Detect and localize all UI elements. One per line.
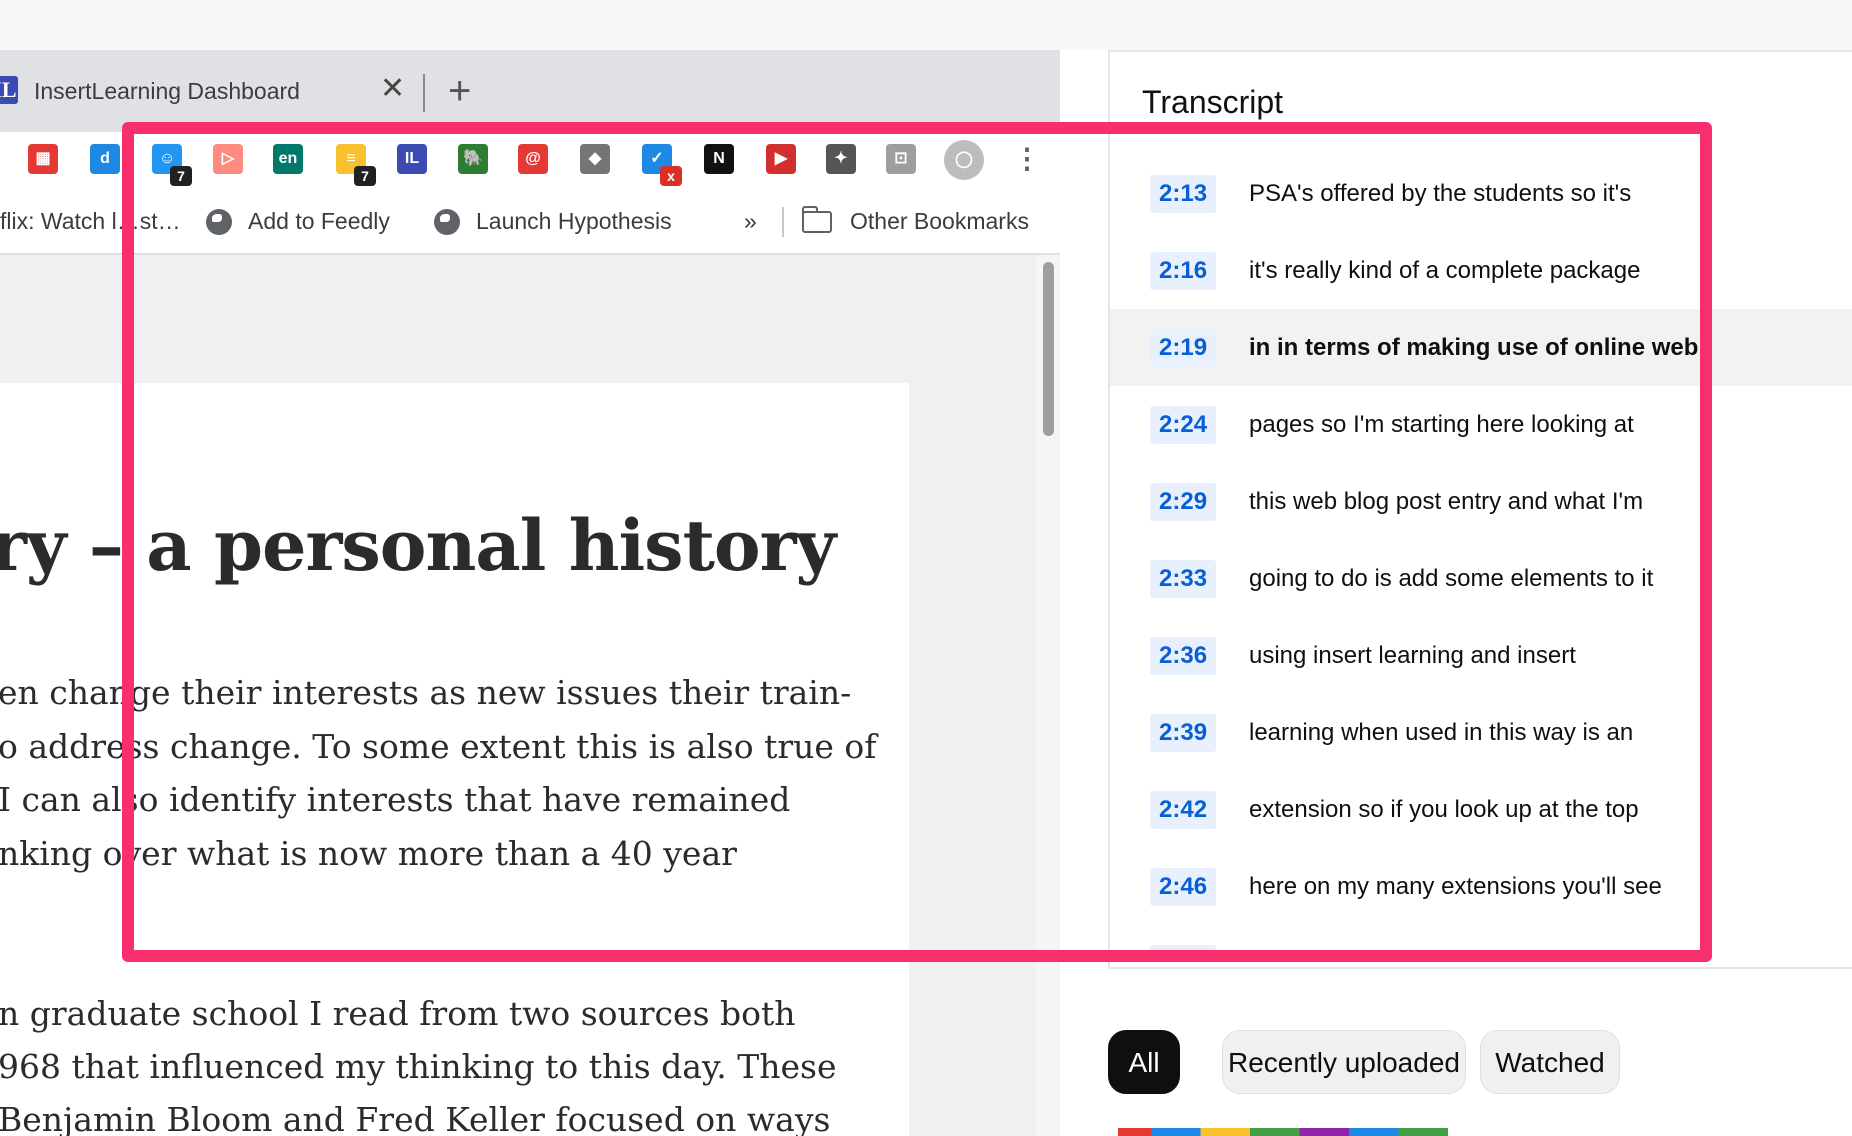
transcript-timestamp[interactable]: 2:13: [1150, 175, 1217, 213]
article-paragraph-line: I can also identify interests that have …: [0, 780, 791, 819]
transcript-title: Transcript: [1142, 84, 1284, 120]
bookmark-launch-hypothesis[interactable]: Launch Hypothesis: [434, 206, 672, 236]
transcript-segment[interactable]: 2:13 PSA's offered by the students so it'…: [1110, 155, 1852, 232]
arrow-extension-icon[interactable]: ▷: [213, 144, 243, 174]
bookmark-label: flix: Watch l…st…: [0, 208, 181, 234]
transcript-timestamp[interactable]: 2:42: [1150, 791, 1217, 829]
bookmark-add-to-feedly[interactable]: Add to Feedly: [206, 206, 390, 236]
transcript-segment[interactable]: 2:24 pages so I'm starting here looking a…: [1110, 386, 1852, 463]
transcript-segment[interactable]: 2:46 here on my many extensions you'll se…: [1110, 848, 1852, 925]
article-paragraph-line: o address change. To some extent this is…: [0, 727, 877, 766]
person-extension-icon[interactable]: ☺ 7: [152, 144, 192, 186]
bookmark-netflix[interactable]: flix: Watch l…st…: [0, 206, 181, 236]
article-headline: ry – a personal history: [0, 504, 836, 587]
article-paragraph-line: en change their interests as new issues …: [0, 673, 852, 712]
spiral-extension-icon[interactable]: @: [518, 144, 548, 174]
insertlearning-favicon-icon: IL: [0, 76, 18, 104]
evernote-icon[interactable]: 🐘: [458, 144, 488, 174]
transcript-text: pages so I'm starting here looking at: [1249, 411, 1634, 438]
transcript-segment[interactable]: 2:39 learning when used in this way is an: [1110, 694, 1852, 771]
tab-title: InsertLearning Dashboard: [34, 78, 300, 104]
en-extension-icon[interactable]: en: [273, 144, 303, 174]
tab-insertlearning-dashboard[interactable]: IL InsertLearning Dashboard ✕: [0, 50, 424, 132]
transcript-segment[interactable]: 2:29 this web blog post entry and what I'…: [1110, 463, 1852, 540]
article-paragraph-line: nking over what is now more than a 40 ye…: [0, 834, 737, 873]
video-thumbnail-strip: [1118, 1128, 1448, 1136]
extension-badge: x: [660, 166, 682, 186]
profile-avatar-icon[interactable]: ◯: [944, 140, 984, 180]
bookmark-label: Add to Feedly: [248, 208, 390, 234]
transcript-text: here on my many extensions you'll see: [1249, 873, 1662, 900]
filter-chip-watched[interactable]: Watched: [1480, 1030, 1620, 1094]
cast-icon[interactable]: ⊡: [886, 144, 916, 174]
transcript-timestamp[interactable]: 2:46: [1150, 868, 1217, 906]
globe-icon: [206, 209, 232, 235]
note-extension-icon[interactable]: ≡ 7: [336, 144, 376, 186]
transcript-text: learning when used in this way is an: [1249, 719, 1634, 746]
filter-chip-recently-uploaded[interactable]: Recently uploaded: [1222, 1030, 1466, 1094]
article-paragraph-line: 968 that influenced my thinking to this …: [0, 1047, 837, 1086]
transcript-timestamp[interactable]: 2:33: [1150, 560, 1217, 598]
filter-chip-all[interactable]: All: [1108, 1030, 1180, 1094]
bookmarks-bar: flix: Watch l…st… Add to Feedly Launch H…: [0, 200, 1060, 242]
d-app-icon[interactable]: d: [90, 144, 120, 174]
extension-badge: 7: [354, 166, 376, 186]
article-paragraph-line: Benjamin Bloom and Fred Keller focused o…: [0, 1100, 831, 1136]
transcript-segment[interactable]: 2:16 it's really kind of a complete packa…: [1110, 232, 1852, 309]
transcript-segment[interactable]: 2:42 extension so if you look up at the t…: [1110, 771, 1852, 848]
transcript-timestamp[interactable]: 2:19: [1150, 329, 1217, 367]
transcript-timestamp[interactable]: 2:36: [1150, 637, 1217, 675]
transcript-text: going to do is add some elements to it: [1249, 565, 1654, 592]
page-scrollbar-thumb[interactable]: [1043, 262, 1054, 436]
transcript-text: it's really kind of a complete package: [1249, 257, 1641, 284]
bookmark-label: Launch Hypothesis: [476, 208, 672, 234]
transcript-timestamp[interactable]: 2:49: [1150, 945, 1217, 960]
bookmark-label: Other Bookmarks: [850, 208, 1029, 234]
transcript-segment[interactable]: 2:19 in in terms of making use of online …: [1110, 309, 1852, 386]
close-tab-icon[interactable]: ✕: [380, 74, 405, 104]
puzzle-extensions-icon[interactable]: ✦: [826, 144, 856, 174]
article-paragraph-line: n graduate school I read from two source…: [0, 994, 796, 1033]
layers-extension-icon[interactable]: ◆: [580, 144, 610, 174]
folder-icon: [802, 206, 832, 233]
globe-icon: [434, 209, 460, 235]
more-menu-icon[interactable]: ⋮: [1012, 144, 1042, 174]
bookmarks-separator: [782, 207, 784, 237]
transcript-segment[interactable]: 2:49 this little ribbon this is the inser…: [1110, 925, 1852, 960]
transcript-text: this little ribbon this is the insert: [1249, 945, 1582, 960]
transcript-text: PSA's offered by the students so it's: [1249, 180, 1632, 207]
check-extension-icon[interactable]: ✓ x: [642, 144, 682, 186]
bookmarks-overflow-button[interactable]: »: [744, 206, 757, 236]
notion-icon[interactable]: N: [704, 144, 734, 174]
transcript-timestamp[interactable]: 2:16: [1150, 252, 1217, 290]
transcript-text: extension so if you look up at the top: [1249, 796, 1639, 823]
transcript-text: in in terms of making use of online web: [1249, 334, 1699, 361]
transcript-text: this web blog post entry and what I'm: [1249, 488, 1644, 515]
transcript-timestamp[interactable]: 2:29: [1150, 483, 1217, 521]
video-extension-icon[interactable]: ▶: [766, 144, 796, 174]
bookmark-other-bookmarks[interactable]: Other Bookmarks: [802, 206, 1029, 236]
insertlearning-icon[interactable]: IL: [397, 144, 427, 174]
transcript-text: using insert learning and insert: [1249, 642, 1576, 669]
transcript-timestamp[interactable]: 2:39: [1150, 714, 1217, 752]
extension-badge: 7: [170, 166, 192, 186]
grid-apps-icon[interactable]: ▦: [28, 144, 58, 174]
transcript-segment-list: 2:13 PSA's offered by the students so it'…: [1110, 155, 1852, 960]
tab-separator: [423, 74, 425, 112]
transcript-segment[interactable]: 2:36 using insert learning and insert: [1110, 617, 1852, 694]
new-tab-button[interactable]: +: [448, 66, 471, 116]
transcript-segment[interactable]: 2:33 going to do is add some elements to …: [1110, 540, 1852, 617]
transcript-timestamp[interactable]: 2:24: [1150, 406, 1217, 444]
